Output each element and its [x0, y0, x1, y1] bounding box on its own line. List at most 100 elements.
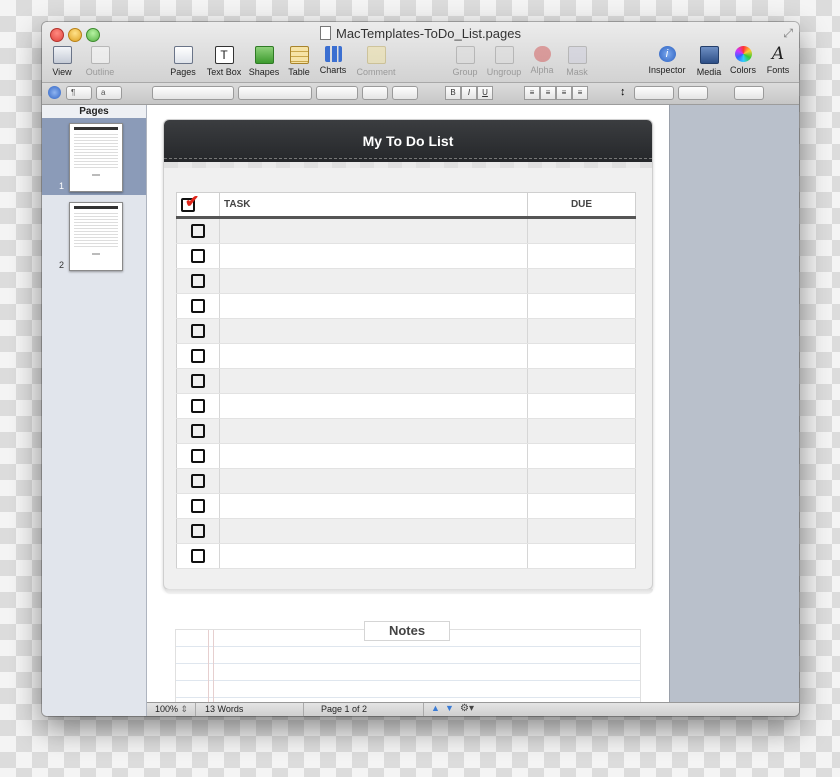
- due-cell[interactable]: [527, 418, 636, 444]
- todo-table[interactable]: ✔ TASK DUE: [176, 192, 636, 569]
- character-style-popup[interactable]: a: [96, 86, 122, 100]
- due-cell[interactable]: [527, 468, 636, 494]
- due-cell[interactable]: [527, 318, 636, 344]
- checkbox-icon[interactable]: [191, 523, 205, 538]
- toolbar-pages-button[interactable]: Pages: [168, 46, 198, 77]
- text-color-well[interactable]: [362, 86, 388, 100]
- due-cell[interactable]: [527, 518, 636, 544]
- checkbox-icon[interactable]: [191, 548, 205, 563]
- todo-row[interactable]: [176, 393, 636, 419]
- todo-row[interactable]: [176, 268, 636, 294]
- todo-row[interactable]: [176, 217, 636, 244]
- due-cell[interactable]: [527, 368, 636, 394]
- checkbox-icon[interactable]: [191, 273, 205, 288]
- checkbox-icon[interactable]: [191, 373, 205, 388]
- due-cell[interactable]: [527, 268, 636, 294]
- todo-row[interactable]: [176, 543, 636, 569]
- due-cell[interactable]: [527, 217, 636, 244]
- due-cell[interactable]: [527, 443, 636, 469]
- checkbox-icon[interactable]: [191, 298, 205, 313]
- task-cell[interactable]: [219, 243, 528, 269]
- paragraph-style-popup[interactable]: ¶: [66, 86, 92, 100]
- line-spacing-popup[interactable]: [634, 86, 674, 100]
- task-cell[interactable]: [219, 293, 528, 319]
- todo-row[interactable]: [176, 468, 636, 494]
- toolbar-charts-button[interactable]: Charts: [318, 46, 348, 75]
- todo-row[interactable]: [176, 443, 636, 469]
- task-cell[interactable]: [219, 418, 528, 444]
- toolbar-view-button[interactable]: View: [50, 46, 74, 77]
- toolbar-media-button[interactable]: Media: [694, 46, 724, 77]
- task-cell[interactable]: [219, 393, 528, 419]
- due-cell[interactable]: [527, 393, 636, 419]
- font-size-popup[interactable]: [316, 86, 358, 100]
- list-style-popup[interactable]: [734, 86, 764, 100]
- italic-button[interactable]: I: [461, 86, 477, 100]
- todo-row[interactable]: [176, 293, 636, 319]
- checkbox-icon[interactable]: [191, 348, 205, 363]
- font-family-popup[interactable]: [152, 86, 234, 100]
- task-cell[interactable]: [219, 543, 528, 569]
- checkbox-icon[interactable]: [191, 423, 205, 438]
- align-center-button[interactable]: ≡: [540, 86, 556, 100]
- due-cell[interactable]: [527, 293, 636, 319]
- zoom-popup[interactable]: 100% ⇕: [147, 703, 196, 716]
- task-cell[interactable]: [219, 468, 528, 494]
- toolbar-shapes-button[interactable]: Shapes: [248, 46, 280, 77]
- due-cell[interactable]: [527, 343, 636, 369]
- justify-button[interactable]: ≡: [572, 86, 588, 100]
- toolbar-alpha-button[interactable]: Alpha: [528, 46, 556, 75]
- todo-row[interactable]: [176, 518, 636, 544]
- columns-popup[interactable]: [678, 86, 708, 100]
- toolbar-colors-button[interactable]: Colors: [728, 46, 758, 75]
- toolbar-outline-button[interactable]: Outline: [82, 46, 118, 77]
- toolbar-table-button[interactable]: Table: [286, 46, 312, 77]
- todo-row[interactable]: [176, 493, 636, 519]
- toolbar-fonts-button[interactable]: A Fonts: [764, 46, 792, 76]
- page-thumbnail-1[interactable]: 1: [42, 118, 146, 195]
- todo-row[interactable]: [176, 368, 636, 394]
- task-cell[interactable]: [219, 368, 528, 394]
- highlight-color-well[interactable]: [392, 86, 418, 100]
- todo-row[interactable]: [176, 343, 636, 369]
- fullscreen-icon[interactable]: ⤢: [783, 26, 793, 41]
- checkbox-icon[interactable]: [191, 473, 205, 488]
- todo-row[interactable]: [176, 243, 636, 269]
- task-cell[interactable]: [219, 443, 528, 469]
- styles-drawer-icon[interactable]: [48, 86, 61, 99]
- checkbox-icon[interactable]: [191, 448, 205, 463]
- task-cell[interactable]: [219, 343, 528, 369]
- gear-icon[interactable]: ⚙▾: [460, 703, 474, 714]
- align-right-button[interactable]: ≡: [556, 86, 572, 100]
- page-thumbnail-2[interactable]: 2: [42, 197, 146, 274]
- todo-row[interactable]: [176, 418, 636, 444]
- toolbar-comment-button[interactable]: Comment: [354, 46, 398, 77]
- toolbar-ungroup-button[interactable]: Ungroup: [484, 46, 524, 77]
- toolbar-group-button[interactable]: Group: [450, 46, 480, 77]
- font-typeface-popup[interactable]: [238, 86, 312, 100]
- toolbar-mask-button[interactable]: Mask: [564, 46, 590, 77]
- task-cell[interactable]: [219, 217, 528, 244]
- next-page-icon[interactable]: ▼: [445, 703, 454, 713]
- due-cell[interactable]: [527, 543, 636, 569]
- checkbox-icon[interactable]: [191, 498, 205, 513]
- toolbar-textbox-button[interactable]: T Text Box: [204, 46, 244, 77]
- task-cell[interactable]: [219, 268, 528, 294]
- checkbox-icon[interactable]: [191, 248, 205, 263]
- due-cell[interactable]: [527, 243, 636, 269]
- checkbox-icon[interactable]: [191, 323, 205, 338]
- todo-row[interactable]: [176, 318, 636, 344]
- due-cell[interactable]: [527, 493, 636, 519]
- checkbox-icon[interactable]: [191, 223, 205, 238]
- task-cell[interactable]: [219, 318, 528, 344]
- task-cell[interactable]: [219, 518, 528, 544]
- checkbox-icon[interactable]: [191, 398, 205, 413]
- task-cell[interactable]: [219, 493, 528, 519]
- document-canvas[interactable]: My To Do List ✔ TASK DUE Notes: [147, 105, 799, 703]
- previous-page-icon[interactable]: ▲: [431, 703, 440, 713]
- align-left-button[interactable]: ≡: [524, 86, 540, 100]
- document-page[interactable]: My To Do List ✔ TASK DUE Notes: [147, 105, 670, 703]
- underline-button[interactable]: U: [477, 86, 493, 100]
- bold-button[interactable]: B: [445, 86, 461, 100]
- toolbar-inspector-button[interactable]: i Inspector: [646, 46, 688, 75]
